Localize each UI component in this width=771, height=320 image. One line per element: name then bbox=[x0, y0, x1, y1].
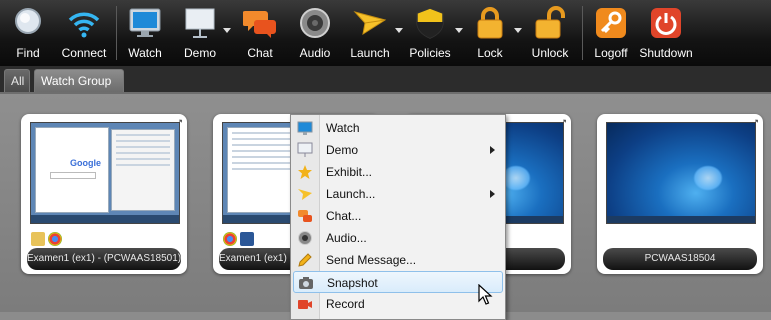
context-menu: Watch Demo Exhibit... Launch... Chat... … bbox=[290, 114, 506, 320]
menu-item-exhibit[interactable]: Exhibit... bbox=[293, 161, 503, 183]
toolbar-separator bbox=[116, 6, 117, 60]
presentation-icon bbox=[185, 8, 215, 38]
lock-dropdown-caret[interactable] bbox=[514, 28, 522, 33]
lock-label: Lock bbox=[477, 46, 503, 60]
menu-item-chat[interactable]: Chat... bbox=[293, 205, 503, 227]
demo-dropdown-caret[interactable] bbox=[223, 28, 231, 33]
menu-item-demo[interactable]: Demo bbox=[293, 139, 503, 161]
presentation-icon bbox=[297, 142, 313, 157]
chrome-app-icon bbox=[48, 232, 62, 246]
running-apps bbox=[31, 232, 65, 248]
policies-label: Policies bbox=[409, 46, 451, 60]
chat-bubbles-icon bbox=[298, 210, 312, 222]
logoff-label: Logoff bbox=[594, 46, 628, 60]
camera-icon bbox=[299, 277, 313, 289]
shield-icon bbox=[416, 7, 444, 39]
speaker-icon bbox=[298, 231, 312, 245]
chrome-app-icon bbox=[223, 232, 237, 246]
menu-item-watch[interactable]: Watch bbox=[293, 117, 503, 139]
tab-watch-group[interactable]: Watch Group bbox=[34, 69, 124, 110]
menu-item-audio[interactable]: Audio... bbox=[293, 227, 503, 249]
monitor-icon bbox=[129, 8, 161, 37]
find-button[interactable]: Find bbox=[4, 0, 52, 66]
computer-card[interactable]: ↗ PCWAAS18504 bbox=[597, 114, 763, 274]
watch-label: Watch bbox=[128, 46, 162, 60]
monitor-icon bbox=[297, 121, 313, 135]
unlock-button[interactable]: Unlock bbox=[526, 0, 574, 66]
magnifier-icon bbox=[15, 8, 41, 34]
screen-thumbnail[interactable]: Google bbox=[30, 122, 180, 224]
menu-item-launch[interactable]: Launch... bbox=[293, 183, 503, 205]
connect-label: Connect bbox=[61, 46, 107, 60]
wifi-icon bbox=[68, 12, 100, 38]
audio-label: Audio bbox=[299, 46, 331, 60]
menu-item-label: Snapshot bbox=[327, 276, 378, 290]
menu-item-label: Audio... bbox=[326, 231, 367, 245]
browser-window-thumbnail: Google bbox=[35, 127, 109, 213]
pencil-icon bbox=[298, 253, 312, 267]
demo-label: Demo bbox=[183, 46, 216, 60]
toolbar-separator bbox=[582, 6, 583, 60]
star-icon bbox=[298, 165, 312, 179]
chat-button[interactable]: Chat bbox=[236, 0, 284, 66]
padlock-closed-icon bbox=[477, 7, 503, 39]
watch-button[interactable]: Watch bbox=[122, 0, 168, 66]
tab-watch-group-label: Watch Group bbox=[41, 74, 112, 88]
menu-item-snapshot[interactable]: Snapshot bbox=[293, 271, 503, 293]
key-icon bbox=[596, 8, 626, 38]
google-logo-thumbnail: Google bbox=[70, 158, 101, 168]
tab-strip: All Watch Group bbox=[0, 66, 771, 110]
video-camera-icon bbox=[298, 300, 312, 309]
policies-dropdown-caret[interactable] bbox=[455, 28, 463, 33]
computer-card[interactable]: ↗ Google Examen1 (ex1) - (PCWAAS18501) bbox=[21, 114, 187, 274]
demo-button[interactable]: Demo bbox=[176, 0, 231, 66]
computer-name: Examen1 (ex1) - (PCWAAS18501) bbox=[27, 248, 181, 270]
launch-button[interactable]: Launch bbox=[346, 0, 403, 66]
menu-item-label: Send Message... bbox=[326, 253, 417, 267]
screen-thumbnail[interactable] bbox=[606, 122, 756, 224]
unlock-label: Unlock bbox=[531, 46, 569, 60]
main-toolbar: Find Connect Watch Demo Chat Audio Launc… bbox=[0, 0, 771, 66]
submenu-arrow-icon bbox=[490, 146, 495, 154]
submenu-arrow-icon bbox=[490, 190, 495, 198]
menu-item-label: Exhibit... bbox=[326, 165, 373, 179]
speaker-icon bbox=[300, 8, 330, 38]
paper-plane-icon bbox=[298, 189, 312, 200]
computer-name: PCWAAS18504 bbox=[603, 248, 757, 270]
menu-item-send-message[interactable]: Send Message... bbox=[293, 249, 503, 271]
audio-button[interactable]: Audio bbox=[292, 0, 338, 66]
running-apps bbox=[223, 232, 257, 248]
find-label: Find bbox=[16, 46, 40, 60]
launch-label: Launch bbox=[350, 46, 390, 60]
chat-bubbles-icon bbox=[243, 11, 276, 38]
menu-item-label: Demo bbox=[326, 143, 359, 157]
mouse-pointer-icon bbox=[478, 284, 493, 305]
word-app-icon bbox=[240, 232, 254, 246]
logoff-button[interactable]: Logoff bbox=[588, 0, 634, 66]
padlock-open-icon bbox=[535, 6, 565, 39]
power-icon bbox=[651, 8, 681, 38]
lock-button[interactable]: Lock bbox=[466, 0, 522, 66]
connect-button[interactable]: Connect bbox=[58, 0, 110, 66]
chat-label: Chat bbox=[247, 46, 273, 60]
tab-all-label: All bbox=[11, 74, 25, 88]
launch-dropdown-caret[interactable] bbox=[395, 28, 403, 33]
policies-button[interactable]: Policies bbox=[406, 0, 463, 66]
shutdown-button[interactable]: Shutdown bbox=[638, 0, 694, 66]
menu-item-label: Chat... bbox=[326, 209, 362, 223]
tab-all[interactable]: All bbox=[4, 69, 30, 92]
shutdown-label: Shutdown bbox=[639, 46, 693, 60]
folder-app-icon bbox=[31, 232, 45, 246]
menu-item-label: Watch bbox=[326, 121, 360, 135]
menu-item-label: Launch... bbox=[326, 187, 376, 201]
paper-plane-icon bbox=[353, 11, 387, 36]
